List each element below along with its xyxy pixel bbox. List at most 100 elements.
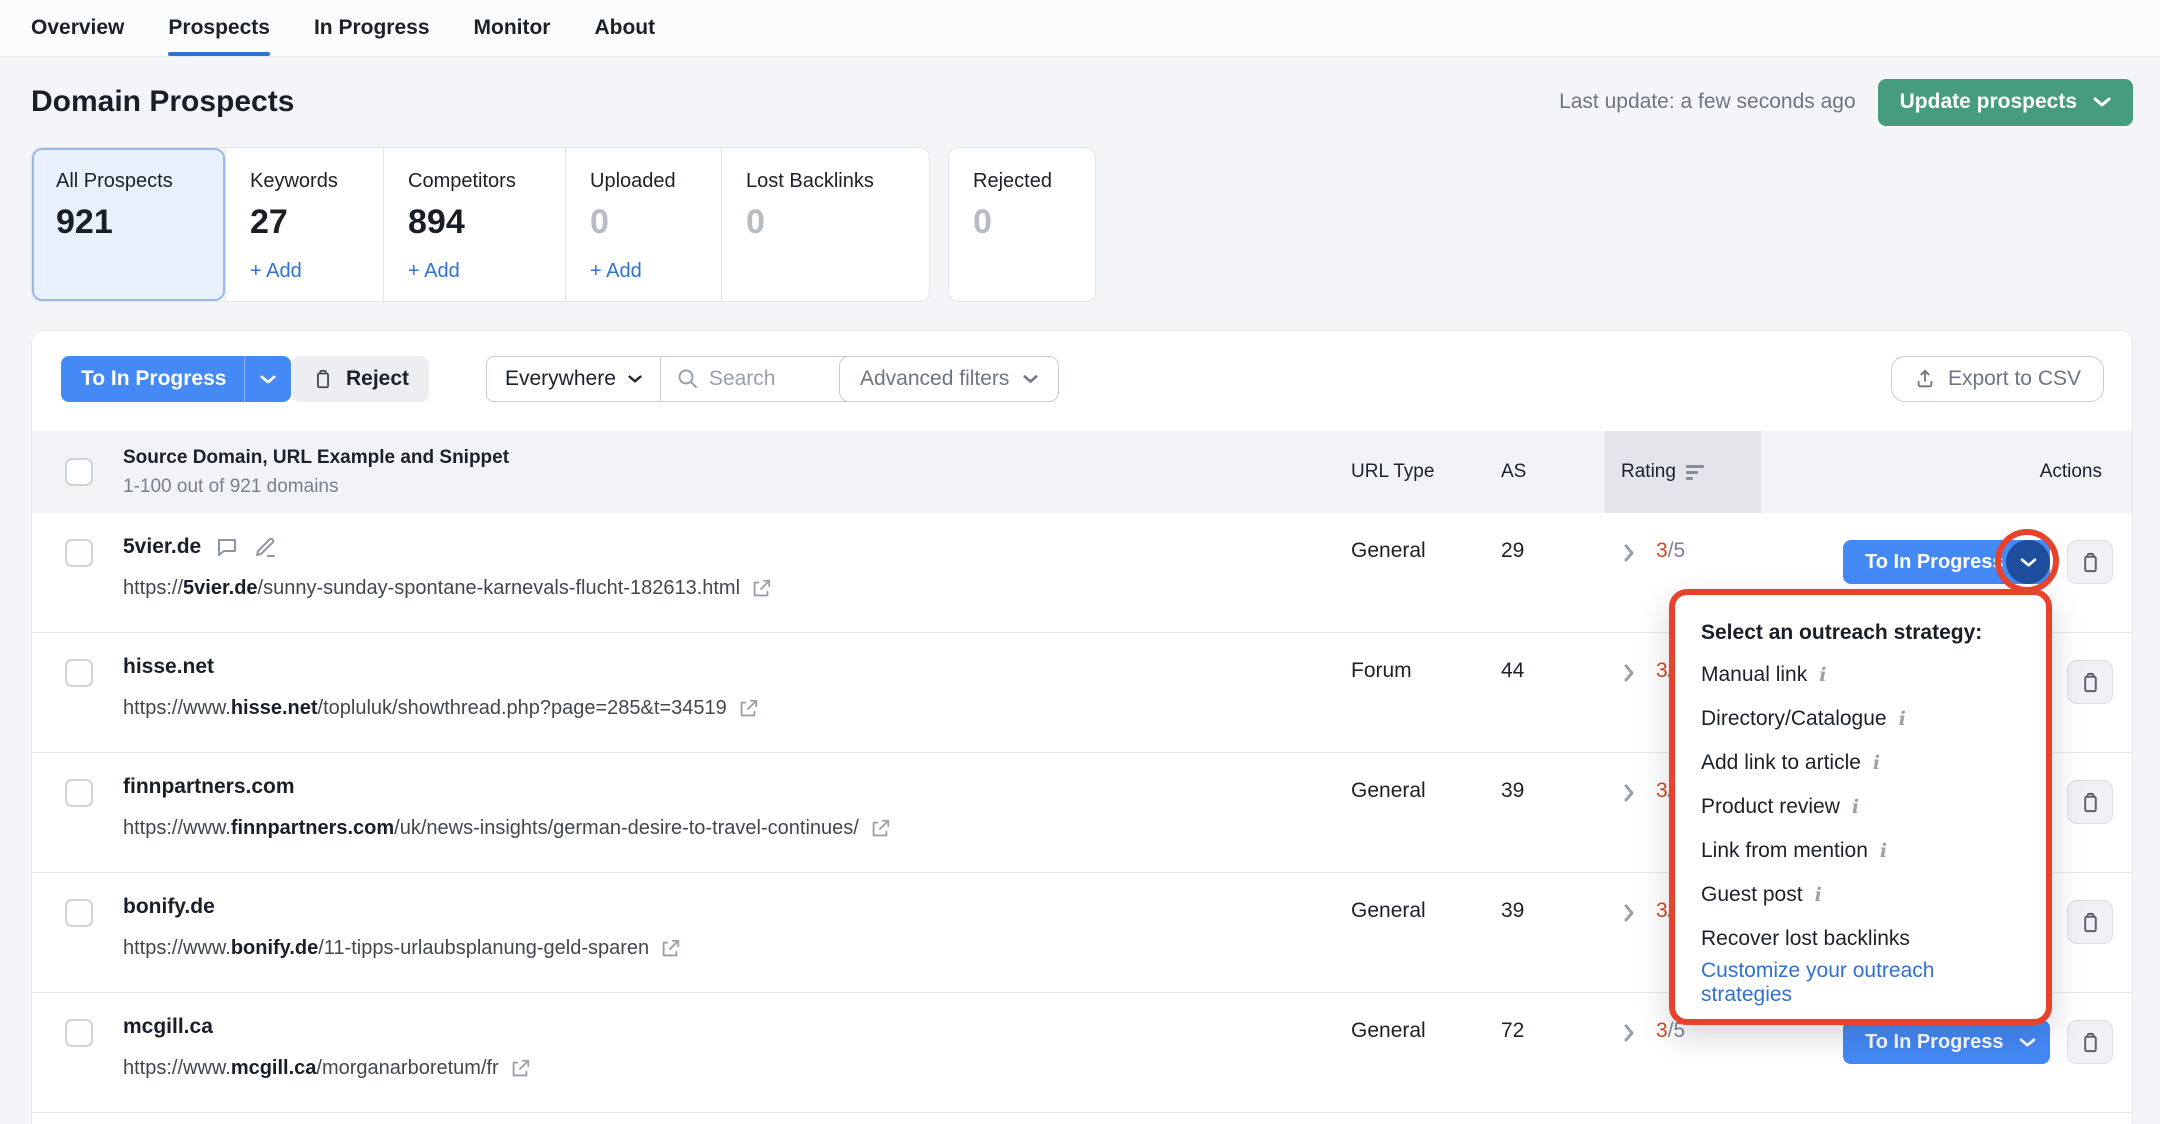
- row-domain[interactable]: mcgill.ca: [123, 1015, 213, 1039]
- row-delete-button[interactable]: [2067, 540, 2113, 584]
- url-domain: hisse.net: [231, 697, 318, 719]
- row-checkbox[interactable]: [65, 899, 93, 927]
- url-path: /uk/news-insights/german-desire-to-trave…: [394, 817, 859, 839]
- card-uploaded[interactable]: Uploaded 0 + Add: [565, 148, 721, 301]
- rating-value: 3: [1656, 1019, 1668, 1042]
- column-as: AS: [1501, 431, 1526, 513]
- export-to-csv-button[interactable]: Export to CSV: [1891, 356, 2104, 402]
- url-prefix: https://www.: [123, 817, 231, 839]
- info-icon[interactable]: i: [1899, 708, 1906, 730]
- card-competitors[interactable]: Competitors 894 + Add: [383, 148, 565, 301]
- tab-overview[interactable]: Overview: [31, 0, 124, 56]
- external-link-icon[interactable]: [869, 818, 891, 840]
- strategy-manual-link[interactable]: Manual link i: [1701, 653, 2020, 697]
- tab-prospects[interactable]: Prospects: [168, 0, 270, 56]
- outreach-strategy-dropdown: Select an outreach strategy: Manual link…: [1669, 589, 2052, 1025]
- strategy-add-link-to-article[interactable]: Add link to article i: [1701, 741, 2020, 785]
- customize-strategies-link[interactable]: Customize your outreach strategies: [1701, 961, 2020, 1005]
- reject-label: Reject: [346, 367, 409, 391]
- row-checkbox[interactable]: [65, 779, 93, 807]
- url-path: /11-tipps-urlaubsplanung-geld-sparen: [318, 937, 649, 959]
- row-delete-button[interactable]: [2067, 900, 2113, 944]
- card-group: All Prospects 921 Keywords 27 + Add Comp…: [31, 147, 930, 302]
- search-icon: [677, 368, 699, 390]
- tab-monitor[interactable]: Monitor: [474, 0, 551, 56]
- info-icon[interactable]: i: [1880, 840, 1887, 862]
- chevron-down-icon[interactable]: [245, 374, 291, 385]
- strategy-guest-post[interactable]: Guest post i: [1701, 873, 2020, 917]
- row-url-link[interactable]: https://www.hisse.net/topluluk/showthrea…: [123, 697, 759, 720]
- chevron-down-icon[interactable]: [2019, 1037, 2036, 1048]
- row-checkbox[interactable]: [65, 1019, 93, 1047]
- expand-rating-chevron-right-icon[interactable]: [1622, 1024, 1636, 1048]
- info-icon[interactable]: i: [1852, 796, 1859, 818]
- expand-rating-chevron-right-icon[interactable]: [1622, 664, 1636, 688]
- add-keywords-link[interactable]: + Add: [250, 260, 302, 283]
- card-value: 27: [250, 203, 383, 242]
- external-link-icon[interactable]: [737, 698, 759, 720]
- external-link-icon[interactable]: [509, 1058, 531, 1080]
- url-domain: bonify.de: [231, 937, 318, 959]
- add-uploaded-link[interactable]: + Add: [590, 260, 642, 283]
- row-checkbox[interactable]: [65, 539, 93, 567]
- card-all-prospects[interactable]: All Prospects 921: [32, 148, 225, 301]
- export-icon: [1914, 368, 1936, 390]
- row-to-in-progress-button[interactable]: To In Progress: [1843, 540, 2050, 584]
- row-domain[interactable]: finnpartners.com: [123, 775, 295, 799]
- row-url-type: Forum: [1351, 659, 1412, 683]
- search-scope-select[interactable]: Everywhere: [487, 357, 661, 401]
- bulk-to-in-progress-button[interactable]: To In Progress: [61, 356, 291, 402]
- comment-icon[interactable]: [215, 535, 239, 559]
- update-prospects-button[interactable]: Update prospects: [1878, 79, 2133, 126]
- row-delete-button[interactable]: [2067, 1020, 2113, 1064]
- card-lost-backlinks[interactable]: Lost Backlinks 0: [721, 148, 929, 301]
- strategy-recover-lost-backlinks[interactable]: Recover lost backlinks: [1701, 917, 2020, 961]
- external-link-icon[interactable]: [659, 938, 681, 960]
- rating-value: 3: [1656, 659, 1668, 682]
- card-keywords[interactable]: Keywords 27 + Add: [225, 148, 383, 301]
- chevron-down-icon: [2093, 96, 2111, 108]
- row-url-link[interactable]: https://www.finnpartners.com/uk/news-ins…: [123, 817, 891, 840]
- table-toolbar: To In Progress Reject Everywhere: [32, 331, 2132, 431]
- bulk-reject-button[interactable]: Reject: [292, 356, 429, 402]
- row-url-link[interactable]: https://www.bonify.de/11-tipps-urlaubspl…: [123, 937, 681, 960]
- row-to-in-progress-label: To In Progress: [1843, 1031, 2004, 1054]
- select-all-checkbox[interactable]: [65, 458, 93, 486]
- row-as-score: 72: [1501, 1019, 1524, 1043]
- row-as-score: 39: [1501, 779, 1524, 803]
- external-link-icon[interactable]: [750, 578, 772, 600]
- row-url-link[interactable]: https://5vier.de/sunny-sunday-spontane-k…: [123, 577, 772, 600]
- row-checkbox[interactable]: [65, 659, 93, 687]
- card-value: 921: [56, 203, 225, 242]
- tab-in-progress[interactable]: In Progress: [314, 0, 430, 56]
- expand-rating-chevron-right-icon[interactable]: [1622, 544, 1636, 568]
- row-to-in-progress-button[interactable]: To In Progress: [1843, 1020, 2050, 1064]
- strategy-label: Manual link: [1701, 663, 1807, 687]
- strategy-product-review[interactable]: Product review i: [1701, 785, 2020, 829]
- url-domain: finnpartners.com: [231, 817, 394, 839]
- strategy-dropdown-toggle[interactable]: [2006, 540, 2050, 584]
- expand-rating-chevron-right-icon[interactable]: [1622, 784, 1636, 808]
- add-competitors-link[interactable]: + Add: [408, 260, 460, 283]
- card-label: Competitors: [408, 170, 565, 193]
- edit-pencil-icon[interactable]: [253, 535, 277, 559]
- info-icon[interactable]: i: [1873, 752, 1880, 774]
- card-rejected[interactable]: Rejected 0: [948, 147, 1096, 302]
- tab-about[interactable]: About: [594, 0, 655, 56]
- advanced-filters-button[interactable]: Advanced filters: [839, 356, 1059, 402]
- strategy-link-from-mention[interactable]: Link from mention i: [1701, 829, 2020, 873]
- expand-rating-chevron-right-icon[interactable]: [1622, 904, 1636, 928]
- info-icon[interactable]: i: [1815, 884, 1822, 906]
- column-url-type: URL Type: [1351, 431, 1434, 513]
- info-icon[interactable]: i: [1819, 664, 1826, 686]
- row-as-score: 39: [1501, 899, 1524, 923]
- row-url-link[interactable]: https://www.mcgill.ca/morganarboretum/fr: [123, 1057, 531, 1080]
- row-url-type: General: [1351, 899, 1426, 923]
- column-rating-sort[interactable]: Rating: [1621, 431, 1704, 513]
- row-domain[interactable]: bonify.de: [123, 895, 215, 919]
- row-domain[interactable]: 5vier.de: [123, 535, 201, 559]
- strategy-directory-catalogue[interactable]: Directory/Catalogue i: [1701, 697, 2020, 741]
- row-domain[interactable]: hisse.net: [123, 655, 214, 679]
- row-delete-button[interactable]: [2067, 780, 2113, 824]
- row-delete-button[interactable]: [2067, 660, 2113, 704]
